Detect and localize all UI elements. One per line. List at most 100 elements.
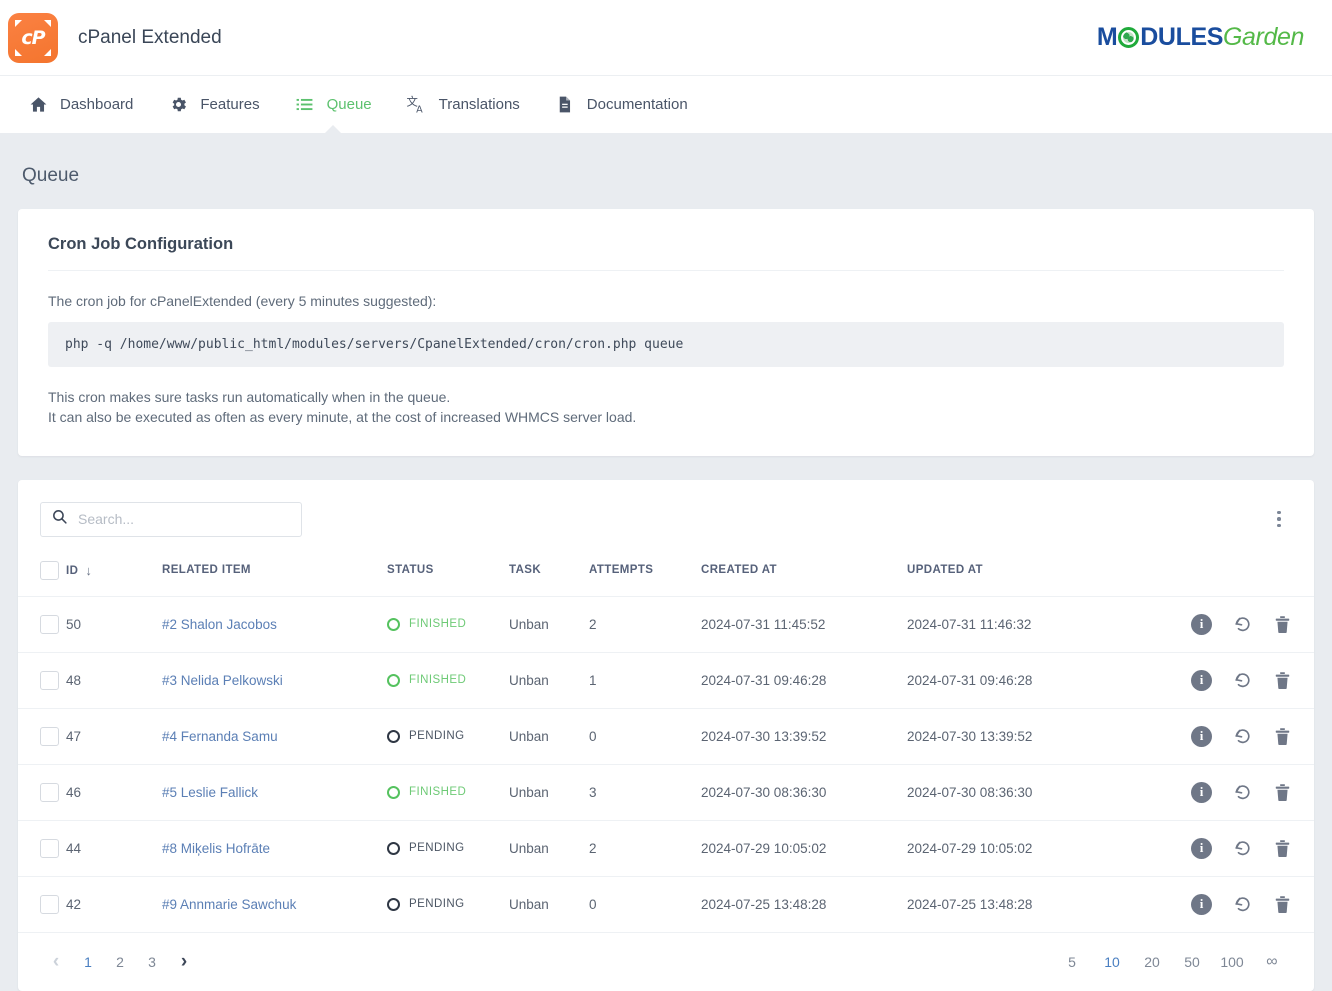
cell-created-at: 2024-07-25 13:48:28 [701, 876, 907, 932]
retry-button[interactable] [1232, 838, 1253, 859]
cell-attempts: 2 [589, 596, 701, 652]
table-row: 44 #8 Miķelis Hofrāte PENDING Unban 2 20… [18, 820, 1314, 876]
sort-desc-icon[interactable]: ↓ [85, 563, 92, 578]
column-header-task[interactable]: TASK [509, 555, 589, 597]
cell-related-item: #5 Leslie Fallick [162, 764, 387, 820]
next-page-button[interactable]: › [168, 947, 200, 977]
nav-item-features[interactable]: Features [150, 76, 276, 134]
column-header-attempts[interactable]: ATTEMPTS [589, 555, 701, 597]
retry-button[interactable] [1232, 726, 1253, 747]
status-badge: PENDING [409, 730, 465, 742]
info-button[interactable]: i [1191, 782, 1212, 803]
column-header-id[interactable]: ID↓ [66, 555, 162, 597]
table-row: 47 #4 Fernanda Samu PENDING Unban 0 2024… [18, 708, 1314, 764]
nav-item-translations[interactable]: 文 A Translations [389, 76, 537, 134]
nav-item-dashboard[interactable]: Dashboard [10, 76, 150, 134]
nav-item-documentation[interactable]: Documentation [537, 76, 705, 134]
row-checkbox[interactable] [40, 615, 59, 634]
per-page-selector: 5102050100∞ [1052, 947, 1292, 977]
list-icon [294, 95, 316, 114]
related-item-link[interactable]: #8 Miķelis Hofrāte [162, 841, 270, 856]
cell-actions: i [1165, 764, 1314, 820]
per-page-option-all[interactable]: ∞ [1252, 947, 1292, 977]
row-checkbox[interactable] [40, 839, 59, 858]
related-item-link[interactable]: #3 Nelida Pelkowski [162, 673, 283, 688]
per-page-option-10[interactable]: 10 [1092, 947, 1132, 977]
nav-label-translations: Translations [439, 96, 520, 113]
search-box[interactable] [40, 502, 302, 537]
cron-lead-text: The cron job for cPanelExtended (every 5… [48, 293, 1284, 309]
row-checkbox[interactable] [40, 671, 59, 690]
cell-status: PENDING [387, 820, 509, 876]
retry-button[interactable] [1232, 614, 1253, 635]
select-all-checkbox[interactable] [40, 561, 59, 580]
page-button-3[interactable]: 3 [136, 947, 168, 977]
globe-icon [1118, 27, 1139, 48]
cron-job-configuration-card: Cron Job Configuration The cron job for … [18, 209, 1314, 456]
info-button[interactable]: i [1191, 894, 1212, 915]
column-header-updated-at[interactable]: UPDATED AT [907, 555, 1165, 597]
brand: cP cPanel Extended [8, 13, 222, 63]
delete-button[interactable] [1273, 614, 1292, 635]
cell-created-at: 2024-07-30 08:36:30 [701, 764, 907, 820]
search-input[interactable] [78, 511, 291, 527]
delete-button[interactable] [1273, 782, 1292, 803]
table-head: ID↓ RELATED ITEM STATUS TASK ATTEMPTS CR… [18, 555, 1314, 597]
page-button-2[interactable]: 2 [104, 947, 136, 977]
home-icon [27, 95, 49, 114]
page-button-1[interactable]: 1 [72, 947, 104, 977]
cell-attempts: 0 [589, 708, 701, 764]
table-options-menu-icon[interactable] [1266, 506, 1292, 532]
column-header-created-at[interactable]: CREATED AT [701, 555, 907, 597]
cell-attempts: 2 [589, 820, 701, 876]
table-toolbar [18, 480, 1314, 555]
retry-button[interactable] [1232, 894, 1253, 915]
per-page-option-50[interactable]: 50 [1172, 947, 1212, 977]
per-page-option-5[interactable]: 5 [1052, 947, 1092, 977]
info-button[interactable]: i [1191, 670, 1212, 691]
column-header-status[interactable]: STATUS [387, 555, 509, 597]
info-button[interactable]: i [1191, 614, 1212, 635]
retry-button[interactable] [1232, 670, 1253, 691]
related-item-link[interactable]: #4 Fernanda Samu [162, 729, 278, 744]
cell-task: Unban [509, 876, 589, 932]
queue-table-card: ID↓ RELATED ITEM STATUS TASK ATTEMPTS CR… [18, 480, 1314, 991]
related-item-link[interactable]: #5 Leslie Fallick [162, 785, 258, 800]
cell-attempts: 0 [589, 876, 701, 932]
cell-updated-at: 2024-07-31 11:46:32 [907, 596, 1165, 652]
info-button[interactable]: i [1191, 726, 1212, 747]
prev-page-button[interactable]: ‹ [40, 947, 72, 977]
cell-related-item: #3 Nelida Pelkowski [162, 652, 387, 708]
retry-button[interactable] [1232, 782, 1253, 803]
row-checkbox[interactable] [40, 727, 59, 746]
related-item-link[interactable]: #2 Shalon Jacobos [162, 617, 277, 632]
cell-id: 46 [66, 764, 162, 820]
cell-id: 48 [66, 652, 162, 708]
cell-task: Unban [509, 596, 589, 652]
search-icon [51, 508, 68, 530]
delete-button[interactable] [1273, 838, 1292, 859]
delete-button[interactable] [1273, 726, 1292, 747]
per-page-option-100[interactable]: 100 [1212, 947, 1252, 977]
cell-id: 42 [66, 876, 162, 932]
status-ring-icon [387, 674, 400, 687]
active-tab-pointer [323, 125, 343, 135]
nav-item-queue[interactable]: Queue [277, 76, 389, 134]
main-nav: Dashboard Features Queue 文 A Translation… [0, 75, 1332, 133]
delete-button[interactable] [1273, 670, 1292, 691]
cell-related-item: #8 Miķelis Hofrāte [162, 820, 387, 876]
column-header-related-item[interactable]: RELATED ITEM [162, 555, 387, 597]
table-header-row: ID↓ RELATED ITEM STATUS TASK ATTEMPTS CR… [18, 555, 1314, 597]
row-checkbox[interactable] [40, 783, 59, 802]
row-checkbox[interactable] [40, 895, 59, 914]
per-page-option-20[interactable]: 20 [1132, 947, 1172, 977]
cell-id: 47 [66, 708, 162, 764]
gear-icon [167, 95, 189, 114]
cron-command-code[interactable]: php -q /home/www/public_html/modules/ser… [48, 322, 1284, 367]
app-header: cP cPanel Extended M DULES Garden [0, 0, 1332, 75]
row-select-cell [18, 596, 66, 652]
delete-button[interactable] [1273, 894, 1292, 915]
status-badge: FINISHED [409, 786, 466, 798]
info-button[interactable]: i [1191, 838, 1212, 859]
related-item-link[interactable]: #9 Annmarie Sawchuk [162, 897, 296, 912]
